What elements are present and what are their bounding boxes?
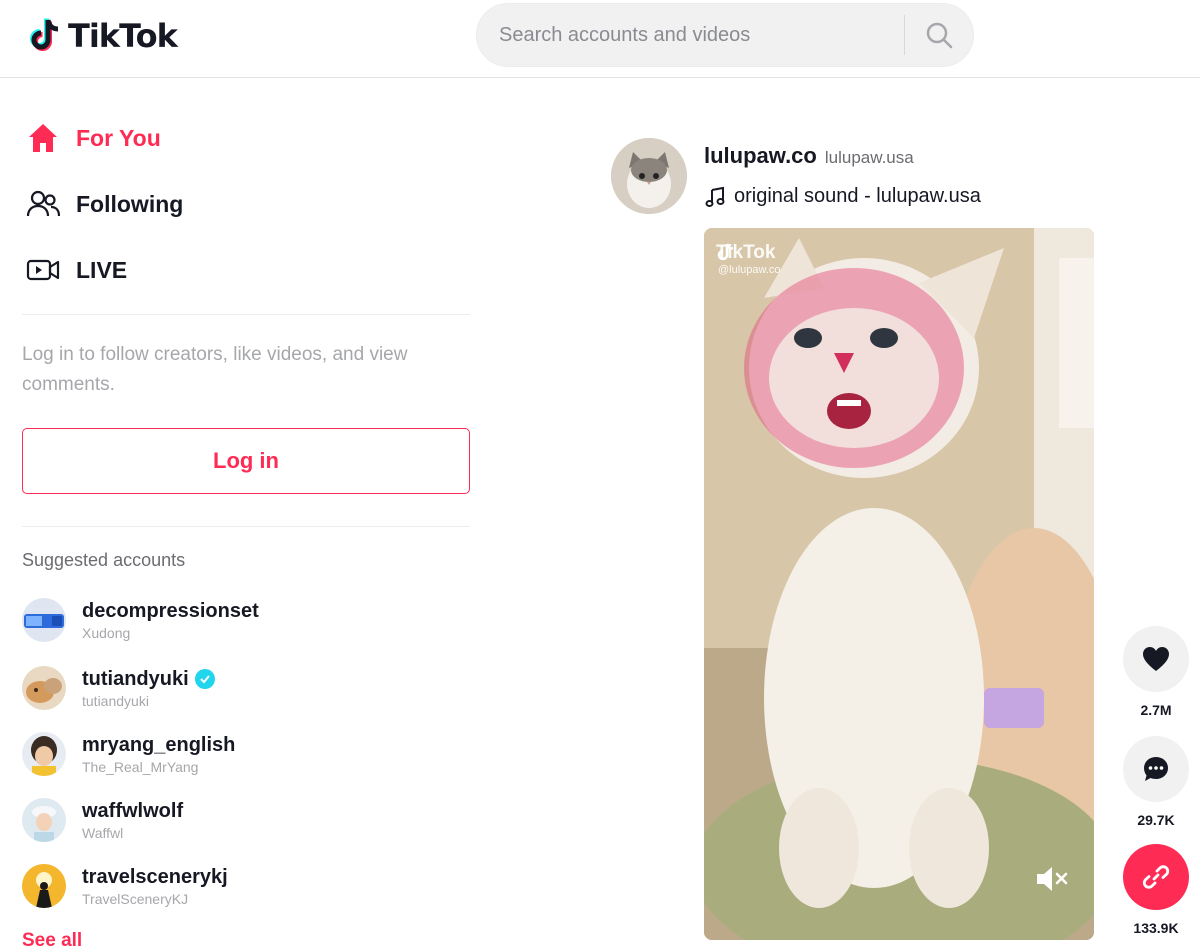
video-watermark: TikTok @lulupaw.co [716,242,781,276]
logo-wordmark: TikTok [68,17,178,55]
share-button[interactable] [1123,844,1189,910]
watermark-username: @lulupaw.co [718,264,781,276]
tiktok-logo[interactable]: TikTok [26,14,178,58]
nav-following[interactable]: Following [26,184,183,224]
volume-muted-icon [1037,867,1068,891]
post-author-nickname: lulupaw.usa [824,148,914,167]
account-username: travelscenerykj [82,865,228,888]
search-button[interactable] [905,4,973,66]
avatar [22,798,66,842]
search-bar [476,3,974,67]
tiktok-watermark-icon [717,243,734,261]
tiktok-logo-icon [30,18,59,51]
sidebar: For You Following LIVE Log in to follow … [0,78,490,951]
sidebar-divider [22,526,470,527]
video-player[interactable]: TikTok @lulupaw.co [704,228,1094,940]
avatar [22,666,66,710]
nav-label: For You [76,124,161,151]
account-nickname: Waffwl [82,824,124,841]
mute-toggle-button[interactable] [1034,864,1070,894]
share-link-icon [1142,865,1170,889]
suggested-accounts-title: Suggested accounts [22,550,186,570]
nav-label: Following [76,190,184,217]
suggested-account-item[interactable]: tutiandyuki tutiandyuki [22,660,462,716]
see-all-link[interactable]: See all [22,930,82,952]
share-count: 133.9K [1133,920,1179,936]
like-count: 2.7M [1140,702,1172,718]
comment-button[interactable] [1123,736,1189,802]
post-author: lulupaw.co lulupaw.usa [704,143,914,169]
nav-live[interactable]: LIVE [26,250,127,290]
post-author-id[interactable]: lulupaw.co [704,143,817,169]
avatar [22,598,66,642]
post-sound-link[interactable]: original sound - lulupaw.usa [704,185,981,208]
account-username: waffwlwolf [82,799,184,822]
search-input[interactable] [477,4,904,66]
users-icon [26,187,60,221]
nav-for-you[interactable]: For You [26,118,161,158]
share-action: 133.9K [1122,844,1190,936]
sidebar-divider [22,314,470,315]
post-sound-label: original sound - lulupaw.usa [734,185,981,207]
search-icon [926,22,953,49]
like-button[interactable] [1123,626,1189,692]
live-video-icon [26,253,60,287]
nav-label: LIVE [76,256,128,283]
suggested-account-item[interactable]: mryang_english The_Real_MrYang [22,726,462,782]
account-username: decompressionset [82,599,259,622]
avatar [22,864,66,908]
home-icon [26,121,60,155]
heart-icon [1143,647,1169,671]
avatar [22,732,66,776]
top-header: TikTok [0,0,1200,78]
verified-badge-icon [194,669,215,689]
comment-icon [1144,757,1168,781]
account-nickname: tutiandyuki [82,692,149,709]
suggested-account-item[interactable]: decompressionset Xudong [22,592,462,648]
account-nickname: The_Real_MrYang [82,758,199,775]
account-nickname: TravelSceneryKJ [82,890,189,907]
login-button[interactable]: Log in [22,428,470,494]
like-action: 2.7M [1122,626,1190,718]
comment-action: 29.7K [1122,736,1190,828]
account-username: tutiandyuki [82,667,189,690]
login-prompt: Log in to follow creators, like videos, … [22,344,408,395]
comment-count: 29.7K [1137,812,1175,828]
post-author-avatar[interactable] [611,138,687,214]
account-username: mryang_english [82,733,236,756]
video-frame-kitten [704,228,1094,940]
account-nickname: Xudong [82,624,131,641]
suggested-account-item[interactable]: waffwlwolf Waffwl [22,792,462,848]
music-note-icon [705,186,725,207]
suggested-account-item[interactable]: travelscenerykj TravelSceneryKJ [22,858,462,914]
